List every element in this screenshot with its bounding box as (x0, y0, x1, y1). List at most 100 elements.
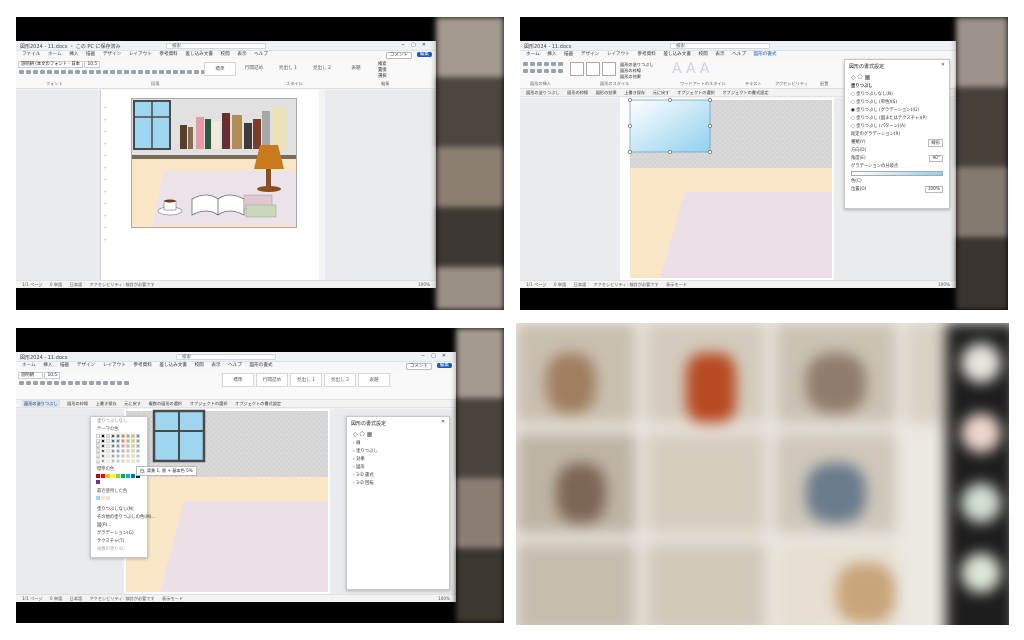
tab-help[interactable]: ヘルプ (228, 362, 242, 370)
theme-color-swatch[interactable] (100, 459, 105, 463)
shape-gallery[interactable] (522, 61, 564, 67)
theme-color-swatch[interactable] (95, 459, 100, 463)
theme-color-swatch[interactable] (130, 444, 135, 448)
theme-color-swatch[interactable] (120, 444, 125, 448)
pane-item-line[interactable]: › 線 (347, 439, 449, 447)
room-illustration[interactable] (131, 98, 297, 228)
tab-layout[interactable]: レイアウト (607, 51, 630, 59)
theme-color-swatch[interactable] (120, 434, 125, 438)
tab-references[interactable]: 参考資料 (159, 51, 177, 59)
standard-color-swatch[interactable] (130, 474, 135, 478)
zoom-level[interactable]: 100% (938, 281, 950, 288)
theme-color-swatch[interactable] (135, 449, 140, 453)
qa-fill[interactable]: 図形の塗りつぶし (22, 400, 60, 408)
qa-undo[interactable]: 元に戻す (124, 400, 141, 408)
theme-color-swatch[interactable] (95, 454, 100, 458)
wordart-gallery[interactable]: AAA (672, 61, 714, 77)
status-accessibility[interactable]: アクセシビリティ: 検討が必要です (594, 282, 659, 287)
style-no-spacing[interactable]: 行間詰め (256, 373, 288, 387)
theme-color-swatch[interactable] (110, 449, 115, 453)
search-box[interactable]: 検索 (166, 43, 266, 49)
tab-view[interactable]: 表示 (237, 51, 246, 59)
more-colors-item[interactable]: その他の塗りつぶしの色(M)... (91, 513, 155, 521)
theme-color-swatch[interactable] (130, 439, 135, 443)
zoom-level[interactable]: 100% (438, 595, 450, 602)
style-title[interactable]: 表題 (358, 373, 390, 387)
font-size-box[interactable]: 10.5 (44, 372, 61, 379)
theme-color-swatch[interactable] (125, 439, 130, 443)
status-accessibility[interactable]: アクセシビリティ: 検討が必要です (90, 596, 155, 601)
standard-color-swatch[interactable] (110, 474, 115, 478)
theme-color-swatch[interactable] (110, 454, 115, 458)
pane-item-effects[interactable]: › 効果 (347, 455, 449, 463)
qa-multi-select[interactable]: 複数の図形の選択 (149, 400, 183, 408)
picture-item[interactable]: 図(P)... (91, 521, 147, 529)
close-icon[interactable]: ✕ (941, 62, 945, 68)
standard-color-swatch[interactable] (115, 474, 120, 478)
gradient-position-value[interactable]: 100% (924, 186, 943, 193)
theme-color-swatch[interactable] (100, 449, 105, 453)
gradient-type-value[interactable]: 線形 (928, 139, 943, 147)
qa-format-objects[interactable]: オブジェクトの書式設定 (235, 400, 281, 408)
theme-color-swatch[interactable] (115, 434, 120, 438)
fill-section-header[interactable]: 塗りつぶし (845, 82, 949, 90)
theme-color-swatch[interactable] (130, 454, 135, 458)
tab-layout[interactable]: レイアウト (103, 362, 126, 370)
edit-button[interactable]: 編集 (436, 363, 452, 368)
style-preset-2[interactable] (586, 62, 600, 76)
standard-color-swatch[interactable] (105, 474, 110, 478)
font-name-box[interactable]: 游明朝 (本文のフォント - 日本 (18, 61, 83, 68)
theme-color-swatch[interactable] (105, 459, 110, 463)
theme-color-swatch[interactable] (135, 439, 140, 443)
tab-insert[interactable]: 挿入 (69, 51, 78, 59)
theme-color-swatch[interactable] (115, 444, 120, 448)
tab-home[interactable]: ホーム (526, 51, 540, 59)
picture-fill-item[interactable]: 画像の塗り(B) (91, 545, 147, 553)
tab-review[interactable]: 校閲 (195, 362, 204, 370)
theme-color-swatch[interactable] (135, 459, 140, 463)
tab-shape-format[interactable]: 図形の書式 (250, 362, 273, 370)
tab-draw[interactable]: 描画 (86, 51, 95, 59)
theme-color-swatch[interactable] (95, 465, 100, 469)
theme-color-swatch[interactable] (135, 434, 140, 438)
theme-color-swatch[interactable] (110, 444, 115, 448)
window-controls[interactable]: −▢✕ (401, 42, 432, 48)
comment-button[interactable]: コメント (405, 363, 432, 370)
font-name-box[interactable]: 游明朝 (18, 372, 43, 379)
fill-color-dropdown[interactable]: 塗りつぶしなし テーマの色 標準の色 最近使用した色 塗りつぶしなし(N) その… (90, 416, 155, 558)
zoom-level[interactable]: 100% (418, 281, 430, 288)
effects-option[interactable]: 図形の効果 (620, 74, 654, 80)
pane-item-3d-format[interactable]: › 3-D 書式 (347, 471, 449, 479)
tab-review[interactable]: 校閲 (221, 51, 230, 59)
qa-undo[interactable]: 元に戻す (653, 89, 670, 97)
theme-color-swatch[interactable] (135, 444, 140, 448)
theme-color-swatch[interactable] (120, 439, 125, 443)
style-heading-1[interactable]: 見出し 1 (272, 62, 304, 76)
style-title[interactable]: 表題 (340, 62, 372, 76)
style-standard[interactable]: 標準 (204, 62, 236, 76)
tab-file[interactable]: ファイル (22, 51, 40, 59)
preset-gradient-row[interactable]: 既定のグラデーション(R) (845, 130, 949, 138)
style-heading-2[interactable]: 見出し 2 (306, 62, 338, 76)
search-box[interactable]: 検索 (670, 43, 770, 49)
theme-color-swatch[interactable] (105, 454, 110, 458)
style-preset-3[interactable] (602, 62, 616, 76)
status-accessibility[interactable]: アクセシビリティ: 検討が必要です (90, 282, 155, 287)
gradient-item[interactable]: グラデーション(G) (91, 529, 147, 537)
tab-design[interactable]: デザイン (103, 51, 121, 59)
tab-references[interactable]: 参考資料 (133, 362, 151, 370)
search-box[interactable]: 検索 (176, 354, 276, 360)
theme-color-swatch[interactable] (115, 439, 120, 443)
tab-view[interactable]: 表示 (211, 362, 220, 370)
tab-mailings[interactable]: 差し込み文書 (185, 51, 213, 59)
fill-option-gradient[interactable]: ● 塗りつぶし (グラデーション)(G) (845, 106, 949, 114)
theme-color-grid[interactable] (91, 433, 147, 469)
pane-item-3d-rotation[interactable]: › 3-D 回転 (347, 479, 449, 487)
gradient-color-row[interactable]: 色(C) (845, 177, 949, 185)
theme-color-swatch[interactable] (120, 454, 125, 458)
gradient-direction-row[interactable]: 方向(D) (845, 146, 949, 154)
tab-mailings[interactable]: 差し込み文書 (159, 362, 187, 370)
theme-color-swatch[interactable] (95, 444, 100, 448)
no-fill-top[interactable]: 塗りつぶしなし (91, 417, 147, 425)
gradient-angle-value[interactable]: 90° (929, 155, 943, 162)
